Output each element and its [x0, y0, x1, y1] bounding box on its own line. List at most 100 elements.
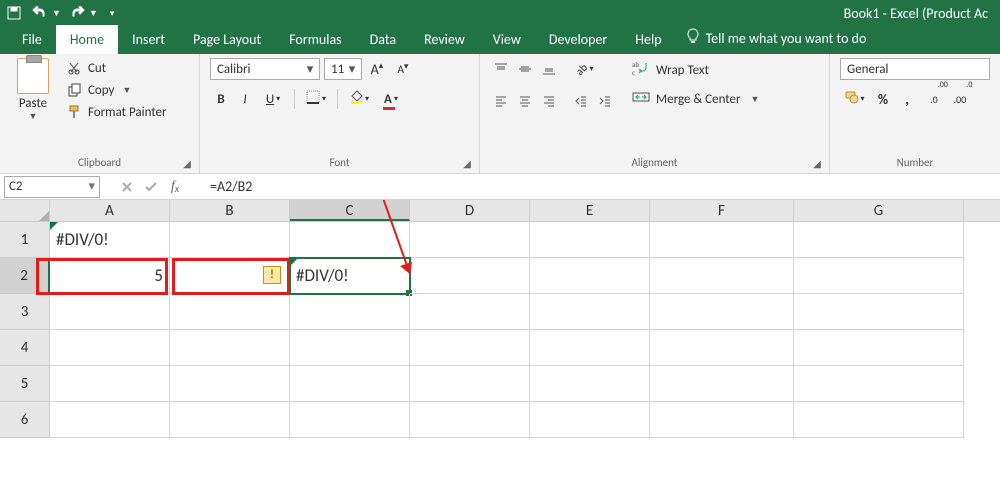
- copy-button[interactable]: Copy ▼: [62, 80, 171, 100]
- save-icon[interactable]: [4, 3, 24, 23]
- cell-A3[interactable]: [50, 294, 170, 330]
- orientation-button[interactable]: ab▾: [570, 58, 600, 80]
- undo-dropdown-icon[interactable]: ▼: [52, 8, 61, 19]
- cell-G1[interactable]: [794, 222, 964, 258]
- decrease-indent-button[interactable]: [570, 90, 592, 112]
- increase-font-size-button[interactable]: A▴: [366, 58, 388, 80]
- decrease-decimal-button[interactable]: .00.0: [952, 88, 974, 110]
- paste-dropdown-icon[interactable]: ▼: [29, 111, 38, 122]
- align-center-button[interactable]: [514, 90, 536, 112]
- cell-B1[interactable]: [170, 222, 290, 258]
- cell-F5[interactable]: [650, 366, 794, 402]
- copy-dropdown-icon[interactable]: ▼: [122, 85, 131, 96]
- cell-F6[interactable]: [650, 402, 794, 438]
- redo-dropdown-icon[interactable]: ▼: [89, 8, 98, 19]
- cell-D2[interactable]: [410, 258, 530, 294]
- number-format-combo[interactable]: General: [840, 58, 990, 80]
- tell-me-search[interactable]: Tell me what you want to do: [676, 22, 877, 54]
- insert-function-button[interactable]: fx: [166, 178, 184, 196]
- tab-data[interactable]: Data: [356, 25, 410, 54]
- increase-decimal-button[interactable]: .0.00: [928, 88, 950, 110]
- align-bottom-button[interactable]: [538, 58, 560, 80]
- cell-G5[interactable]: [794, 366, 964, 402]
- wrap-text-button[interactable]: abc Wrap Text: [628, 58, 763, 82]
- tab-help[interactable]: Help: [621, 25, 675, 54]
- cell-G2[interactable]: [794, 258, 964, 294]
- row-header-3[interactable]: 3: [0, 294, 50, 330]
- error-trace-button[interactable]: !: [263, 266, 281, 284]
- font-size-combo[interactable]: 11 ▾: [324, 58, 362, 80]
- cell-D3[interactable]: [410, 294, 530, 330]
- underline-button[interactable]: U▾: [258, 88, 288, 110]
- cell-B3[interactable]: [170, 294, 290, 330]
- align-right-button[interactable]: [538, 90, 560, 112]
- cut-button[interactable]: Cut: [62, 58, 171, 78]
- align-middle-button[interactable]: [514, 58, 536, 80]
- cell-D6[interactable]: [410, 402, 530, 438]
- cell-F1[interactable]: [650, 222, 794, 258]
- column-header-B[interactable]: B: [170, 200, 290, 221]
- column-header-D[interactable]: D: [410, 200, 530, 221]
- decrease-font-size-button[interactable]: A▾: [392, 58, 414, 80]
- alignment-dialog-launcher-icon[interactable]: ◢: [811, 157, 823, 169]
- cell-G3[interactable]: [794, 294, 964, 330]
- cell-E5[interactable]: [530, 366, 650, 402]
- cell-C1[interactable]: [290, 222, 410, 258]
- borders-button[interactable]: ▾: [301, 88, 331, 110]
- tab-developer[interactable]: Developer: [535, 25, 621, 54]
- redo-icon[interactable]: [67, 3, 87, 23]
- tab-home[interactable]: Home: [56, 25, 118, 54]
- tab-review[interactable]: Review: [410, 25, 479, 54]
- align-top-button[interactable]: [490, 58, 512, 80]
- row-header-2[interactable]: 2: [0, 258, 50, 294]
- font-name-combo[interactable]: Calibri ▾: [210, 58, 320, 80]
- cell-E1[interactable]: [530, 222, 650, 258]
- paste-button[interactable]: Paste ▼: [10, 58, 56, 122]
- cell-D4[interactable]: [410, 330, 530, 366]
- row-header-5[interactable]: 5: [0, 366, 50, 402]
- column-header-F[interactable]: F: [650, 200, 794, 221]
- cell-C4[interactable]: [290, 330, 410, 366]
- cell-C2[interactable]: #DIV/0!: [290, 258, 410, 294]
- format-painter-button[interactable]: Format Painter: [62, 102, 171, 122]
- align-left-button[interactable]: [490, 90, 512, 112]
- cell-A5[interactable]: [50, 366, 170, 402]
- merge-center-button[interactable]: Merge & Center ▼: [628, 88, 763, 110]
- select-all-corner[interactable]: [0, 200, 50, 222]
- font-dialog-launcher-icon[interactable]: ◢: [461, 157, 473, 169]
- column-header-E[interactable]: E: [530, 200, 650, 221]
- accounting-format-button[interactable]: ▾: [840, 88, 870, 110]
- tab-file[interactable]: File: [8, 25, 56, 54]
- cell-E6[interactable]: [530, 402, 650, 438]
- cell-G4[interactable]: [794, 330, 964, 366]
- cell-B4[interactable]: [170, 330, 290, 366]
- clipboard-dialog-launcher-icon[interactable]: ◢: [181, 157, 193, 169]
- tab-page-layout[interactable]: Page Layout: [179, 25, 275, 54]
- cell-E3[interactable]: [530, 294, 650, 330]
- column-header-G[interactable]: G: [794, 200, 964, 221]
- comma-style-button[interactable]: ,: [896, 88, 918, 110]
- row-header-1[interactable]: 1: [0, 222, 50, 258]
- cell-F2[interactable]: [650, 258, 794, 294]
- cell-C5[interactable]: [290, 366, 410, 402]
- cell-A4[interactable]: [50, 330, 170, 366]
- formula-input[interactable]: =A2/B2: [202, 178, 1000, 195]
- cell-G6[interactable]: [794, 402, 964, 438]
- cancel-formula-button[interactable]: [118, 178, 136, 196]
- column-header-C[interactable]: C: [290, 200, 410, 221]
- italic-button[interactable]: I: [234, 88, 256, 110]
- font-color-button[interactable]: A ▾: [376, 88, 406, 110]
- cell-E2[interactable]: [530, 258, 650, 294]
- tab-insert[interactable]: Insert: [118, 25, 179, 54]
- row-header-6[interactable]: 6: [0, 402, 50, 438]
- column-header-A[interactable]: A: [50, 200, 170, 221]
- enter-formula-button[interactable]: [142, 178, 160, 196]
- percent-style-button[interactable]: %: [872, 88, 894, 110]
- cell-A6[interactable]: [50, 402, 170, 438]
- cell-C6[interactable]: [290, 402, 410, 438]
- increase-indent-button[interactable]: [594, 90, 616, 112]
- cell-F4[interactable]: [650, 330, 794, 366]
- chevron-down-icon[interactable]: ▼: [751, 94, 760, 105]
- cell-F3[interactable]: [650, 294, 794, 330]
- cell-B6[interactable]: [170, 402, 290, 438]
